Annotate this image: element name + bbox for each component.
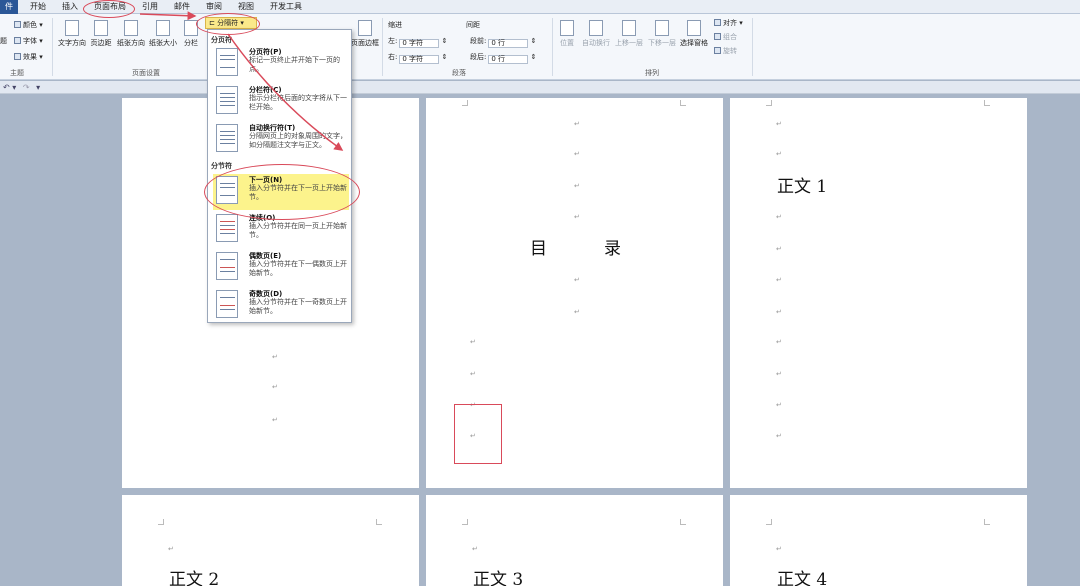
annotation-arrows <box>139 11 344 151</box>
arrow-to-next-page <box>227 33 344 151</box>
arrow-to-breaks <box>139 11 197 21</box>
